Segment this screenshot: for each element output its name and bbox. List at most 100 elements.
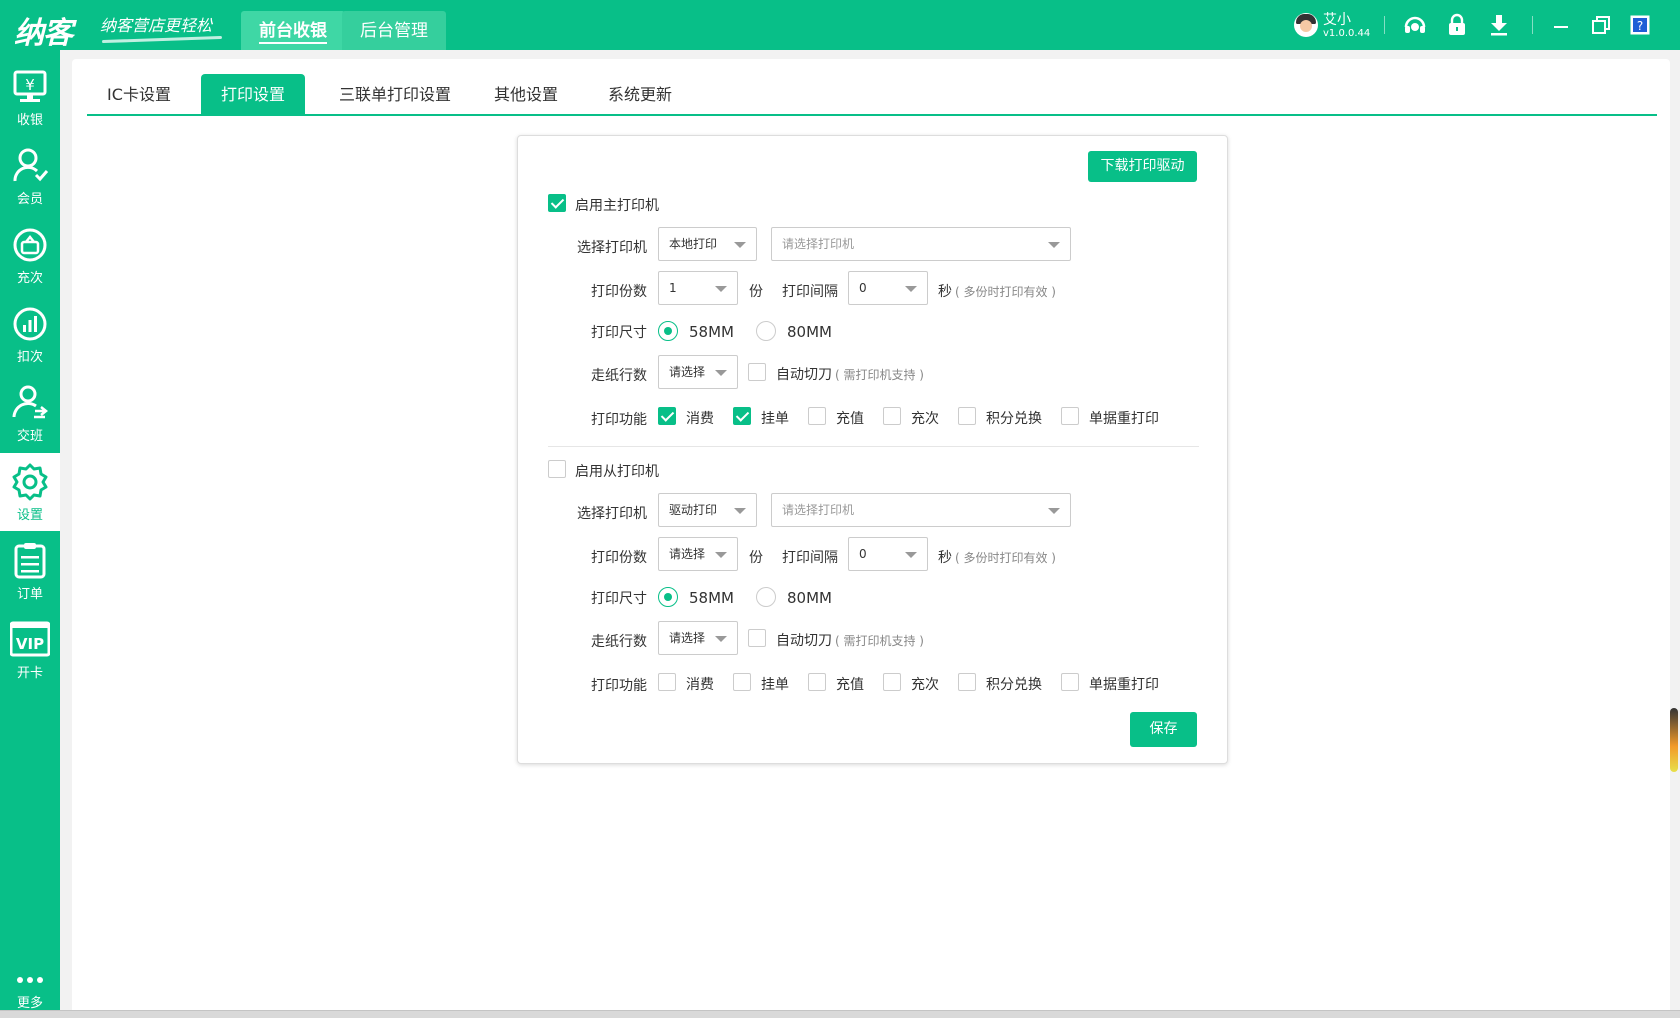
headset-icon[interactable] (1402, 12, 1428, 38)
chevron-down-icon (734, 508, 746, 514)
sidebar-item-label: 设置 (16, 508, 43, 523)
auto-cut-label: 自动切刀 (776, 367, 832, 383)
auto-cut-note: ( 需打印机支持 ) (835, 368, 924, 382)
secondary-printer-mode-select[interactable]: 驱动打印 (658, 493, 757, 527)
sidebar-item-recharge-count[interactable]: 充次 (0, 216, 60, 294)
download-icon[interactable] (1486, 12, 1512, 38)
interval-label: 打印间隔 (782, 550, 838, 566)
nav-active-underline (259, 42, 327, 44)
secondary-auto-cut-checkbox[interactable] (748, 629, 766, 647)
func-count-label: 充次 (911, 411, 939, 427)
tab-system-update[interactable]: 系统更新 (595, 74, 685, 114)
edge-widget[interactable] (1670, 708, 1678, 772)
func-consume-label: 消费 (686, 411, 714, 427)
size-label: 打印尺寸 (591, 591, 647, 607)
func-topup-label: 充值 (836, 677, 864, 693)
enable-secondary-printer-checkbox[interactable] (548, 460, 566, 478)
top-bar: 纳客 纳客营店更轻松 前台收银 后台管理 艾小 v1.0.0.44 ? (0, 0, 1680, 51)
secondary-printer-device-select[interactable]: 请选择打印机 (771, 493, 1071, 527)
sidebar-item-open-card[interactable]: VIP 开卡 (0, 611, 60, 689)
main-interval-select[interactable]: 0 (848, 271, 928, 305)
select-placeholder: 请选择打印机 (782, 503, 855, 517)
main-func-hold-checkbox[interactable] (733, 407, 751, 425)
main-size-58-radio[interactable] (658, 321, 678, 341)
secondary-printer-title: 启用从打印机 (575, 464, 659, 480)
select-value: 0 (859, 547, 867, 561)
secondary-func-reprint-checkbox[interactable] (1061, 673, 1079, 691)
chevron-down-icon (715, 286, 727, 292)
os-taskbar (0, 1010, 1680, 1018)
toolbar-divider (1532, 16, 1533, 34)
nav-front-cashier[interactable]: 前台收银 (241, 11, 345, 50)
secondary-size-58-radio[interactable] (658, 587, 678, 607)
copies-unit: 份 (749, 550, 763, 566)
sidebar-item-settings[interactable]: 设置 (0, 453, 60, 531)
lock-icon[interactable] (1444, 12, 1470, 38)
secondary-func-consume-checkbox[interactable] (658, 673, 676, 691)
secondary-interval-select[interactable]: 0 (848, 537, 928, 571)
sidebar-item-label: 会员 (16, 192, 43, 207)
main-printer-title: 启用主打印机 (575, 198, 659, 214)
interval-label: 打印间隔 (782, 284, 838, 300)
nav-backend-admin[interactable]: 后台管理 (342, 11, 446, 50)
sidebar-item-handover[interactable]: 交班 (0, 374, 60, 452)
main-printer-mode-select[interactable]: 本地打印 (658, 227, 757, 261)
enable-main-printer-checkbox[interactable] (548, 194, 566, 212)
main-feed-lines-select[interactable]: 请选择 (658, 355, 738, 389)
svg-text:VIP: VIP (16, 635, 44, 653)
download-driver-button[interactable]: 下载打印驱动 (1088, 151, 1197, 182)
nav-label: 后台管理 (360, 21, 428, 41)
copies-label: 打印份数 (591, 284, 647, 300)
main-auto-cut-checkbox[interactable] (748, 363, 766, 381)
print-settings-panel: 下载打印驱动 启用主打印机 选择打印机 本地打印 请选择打印机 打印份数 1 份… (517, 135, 1228, 764)
sidebar-item-deduct-count[interactable]: 扣次 (0, 295, 60, 373)
main-printer-device-select[interactable]: 请选择打印机 (771, 227, 1071, 261)
app-slogan: 纳客营店更轻松 (100, 16, 213, 35)
chevron-down-icon (1048, 242, 1060, 248)
sidebar-item-label: 收银 (16, 113, 43, 128)
secondary-func-hold-checkbox[interactable] (733, 673, 751, 691)
sidebar-item-member[interactable]: 会员 (0, 137, 60, 215)
sidebar-item-cashier[interactable]: ¥ 收银 (0, 58, 60, 136)
sidebar-item-orders[interactable]: 订单 (0, 532, 60, 610)
order-icon (14, 543, 46, 579)
avatar[interactable] (1294, 13, 1318, 37)
chevron-down-icon (715, 552, 727, 558)
size-58-label: 58MM (689, 589, 734, 607)
sidebar-item-label: 订单 (16, 587, 43, 602)
more-dots-icon (17, 977, 43, 983)
tab-triplicate-print[interactable]: 三联单打印设置 (319, 74, 471, 114)
main-func-reprint-checkbox[interactable] (1061, 407, 1079, 425)
user-name[interactable]: 艾小 (1323, 9, 1351, 29)
minimize-icon[interactable] (1548, 12, 1574, 38)
help-icon[interactable]: ? (1627, 12, 1653, 38)
save-button[interactable]: 保存 (1130, 712, 1197, 747)
restore-icon[interactable] (1588, 12, 1614, 38)
secondary-feed-lines-select[interactable]: 请选择 (658, 621, 738, 655)
func-points-label: 积分兑换 (986, 411, 1042, 427)
chevron-down-icon (905, 286, 917, 292)
app-version: v1.0.0.44 (1323, 28, 1371, 39)
main-size-80-radio[interactable] (756, 321, 776, 341)
interval-unit: 秒 (938, 550, 952, 566)
func-count-label: 充次 (911, 677, 939, 693)
svg-text:¥: ¥ (25, 76, 35, 94)
section-divider (548, 446, 1199, 447)
tab-other-settings[interactable]: 其他设置 (481, 74, 571, 114)
cashier-icon: ¥ (13, 70, 47, 102)
main-func-points-checkbox[interactable] (958, 407, 976, 425)
secondary-size-80-radio[interactable] (756, 587, 776, 607)
main-copies-select[interactable]: 1 (658, 271, 738, 305)
feed-lines-label: 走纸行数 (591, 634, 647, 650)
main-func-count-checkbox[interactable] (883, 407, 901, 425)
main-func-topup-checkbox[interactable] (808, 407, 826, 425)
main-func-consume-checkbox[interactable] (658, 407, 676, 425)
tab-ic-card[interactable]: IC卡设置 (87, 74, 191, 114)
secondary-copies-select[interactable]: 请选择 (658, 537, 738, 571)
secondary-func-count-checkbox[interactable] (883, 673, 901, 691)
secondary-func-points-checkbox[interactable] (958, 673, 976, 691)
member-icon (13, 148, 49, 182)
tab-print-settings[interactable]: 打印设置 (201, 74, 305, 114)
secondary-func-topup-checkbox[interactable] (808, 673, 826, 691)
func-hold-label: 挂单 (761, 411, 789, 427)
